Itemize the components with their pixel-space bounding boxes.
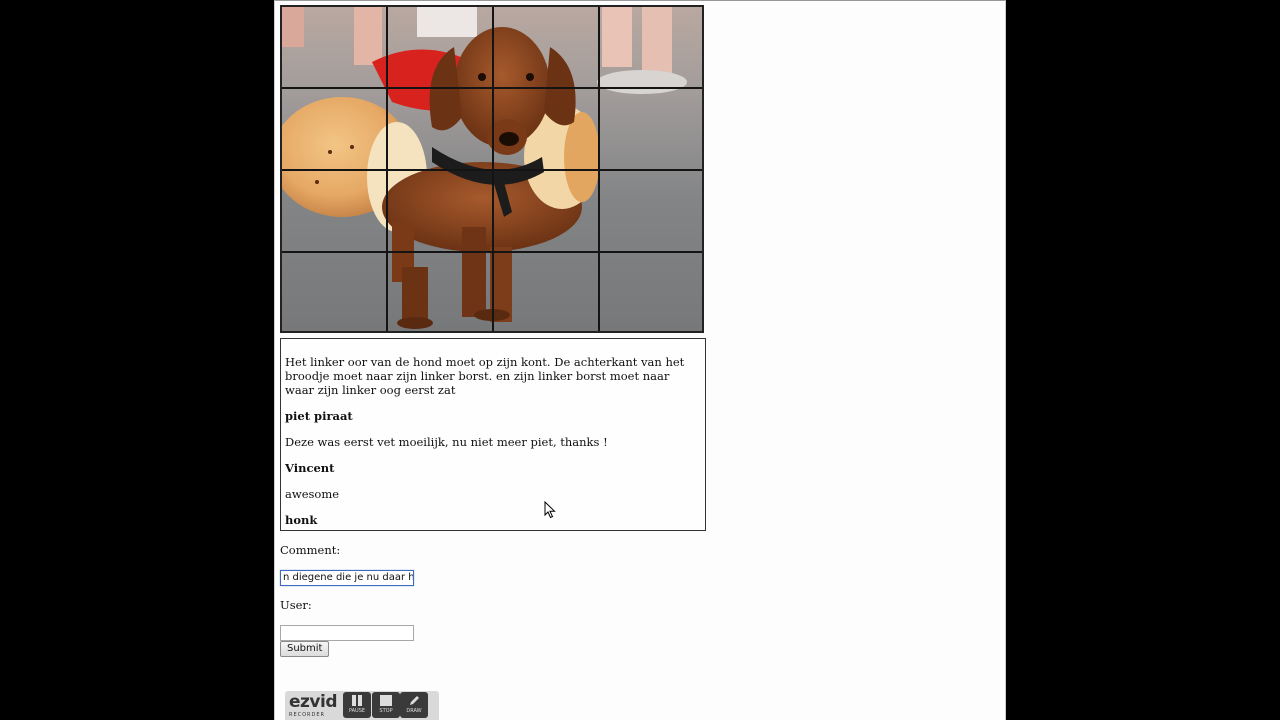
ezvid-logo-subtext: RECORDER xyxy=(289,712,326,718)
grid-line xyxy=(282,87,702,89)
page-content: Het linker oor van de hond moet op zijn … xyxy=(274,0,1006,720)
mouse-cursor-icon xyxy=(544,501,556,519)
ezvid-logo-text: ezvid xyxy=(289,692,338,712)
user-input[interactable] xyxy=(280,625,414,641)
pause-label: PAUSE xyxy=(348,708,366,714)
comment-label: Comment: xyxy=(280,543,341,557)
sliding-puzzle-board[interactable] xyxy=(280,5,704,333)
comments-box: Het linker oor van de hond moet op zijn … xyxy=(280,338,706,531)
ezvid-logo: ezvid RECORDER xyxy=(289,692,341,720)
comment-user: honk xyxy=(285,513,318,527)
draw-button[interactable]: DRAW xyxy=(400,692,428,718)
comment-text: Deze was eerst vet moeilijk, nu niet mee… xyxy=(285,435,608,449)
ezvid-recorder-toolbar: ezvid RECORDER PAUSE STOP DRAW xyxy=(285,691,439,720)
comment-user: Vincent xyxy=(285,461,335,475)
submit-button[interactable]: Submit xyxy=(280,641,330,657)
pencil-icon xyxy=(408,695,420,706)
comment-text: Het linker oor van de hond moet op zijn … xyxy=(285,355,685,397)
grid-line xyxy=(282,251,702,253)
comment-input[interactable]: n diegene die je nu daar hebt xyxy=(280,570,414,586)
pause-button[interactable]: PAUSE xyxy=(343,692,371,718)
stop-button[interactable]: STOP xyxy=(372,692,400,718)
puzzle-grid xyxy=(282,7,702,331)
comment-user: piet piraat xyxy=(285,409,353,423)
draw-label: DRAW xyxy=(406,708,422,714)
pause-icon xyxy=(351,695,363,706)
grid-line xyxy=(282,169,702,171)
stop-icon xyxy=(380,695,392,706)
comment-text: awesome xyxy=(285,487,340,501)
stop-label: STOP xyxy=(379,708,393,714)
user-label: User: xyxy=(280,598,312,612)
